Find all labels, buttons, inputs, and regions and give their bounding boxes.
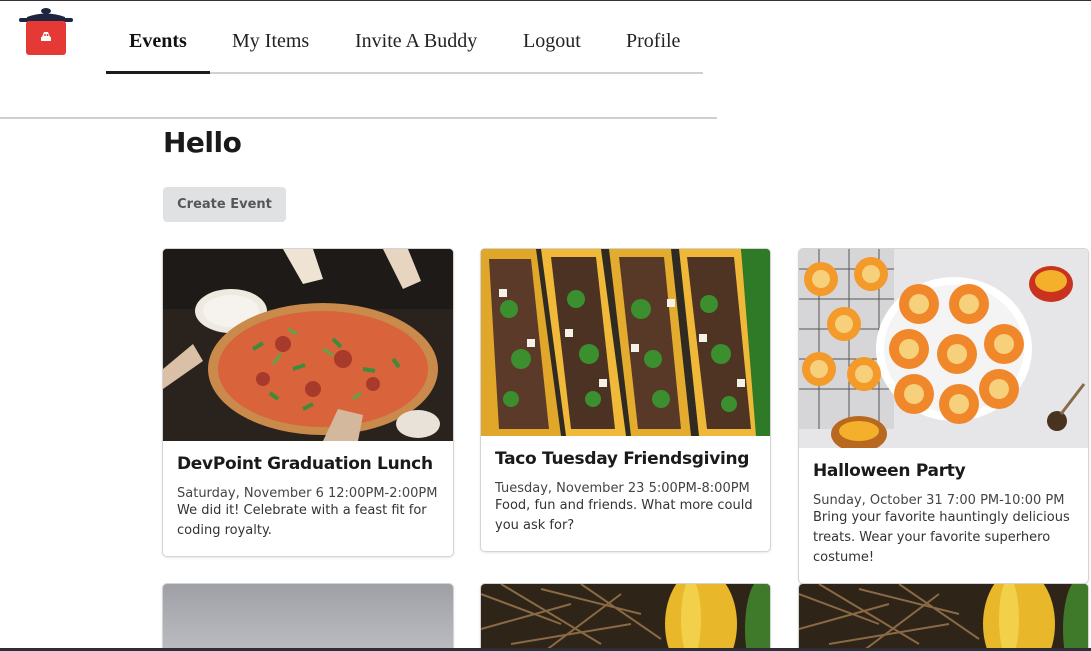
event-card[interactable] <box>163 584 453 651</box>
event-title: Halloween Party <box>813 461 966 481</box>
event-image-halloween-cookies <box>799 249 1088 448</box>
event-title: Taco Tuesday Friendsgiving <box>495 449 750 469</box>
create-event-button[interactable]: Create Event <box>163 187 286 222</box>
event-image-tacos <box>481 249 770 436</box>
event-card-content: DevPoint Graduation Lunch Saturday, Nove… <box>177 454 443 541</box>
nav-item-invite-a-buddy[interactable]: Invite A Buddy <box>355 30 477 53</box>
event-datetime: Tuesday, November 23 5:00PM-8:00PM <box>495 481 750 496</box>
cooking-pot-icon <box>19 8 73 55</box>
nav-item-logout[interactable]: Logout <box>523 30 581 53</box>
header-divider <box>0 117 717 119</box>
nav-item-my-items[interactable]: My Items <box>232 30 309 53</box>
event-card-content: Taco Tuesday Friendsgiving Tuesday, Nove… <box>495 449 760 536</box>
nav-item-profile[interactable]: Profile <box>626 30 680 53</box>
event-description: Food, fun and friends. What more could y… <box>495 498 753 533</box>
event-image-placeholder <box>163 584 453 651</box>
top-navigation: Events My Items Invite A Buddy Logout Pr… <box>106 20 703 74</box>
event-description: Bring your favorite hauntingly delicious… <box>813 510 1070 565</box>
event-card[interactable]: Halloween Party Sunday, October 31 7:00 … <box>799 249 1088 583</box>
event-description: We did it! Celebrate with a feast fit fo… <box>177 503 427 538</box>
event-datetime: Sunday, October 31 7:00 PM-10:00 PM <box>813 493 1065 508</box>
event-card-content: Halloween Party Sunday, October 31 7:00 … <box>813 461 1078 568</box>
event-title: DevPoint Graduation Lunch <box>177 454 433 474</box>
event-image-gourd <box>481 584 770 651</box>
page-title: Hello <box>163 126 242 159</box>
active-tab-indicator <box>106 71 210 74</box>
event-card[interactable]: DevPoint Graduation Lunch Saturday, Nove… <box>163 249 453 556</box>
event-datetime: Saturday, November 6 12:00PM-2:00PM <box>177 486 438 501</box>
event-card[interactable] <box>799 584 1088 651</box>
event-image-gourd <box>799 584 1088 651</box>
event-card[interactable] <box>481 584 770 651</box>
nav-item-events[interactable]: Events <box>129 30 187 53</box>
logo[interactable] <box>18 7 74 57</box>
window-top-border <box>0 0 1091 1</box>
event-image-pizza <box>163 249 453 441</box>
event-card[interactable]: Taco Tuesday Friendsgiving Tuesday, Nove… <box>481 249 770 551</box>
